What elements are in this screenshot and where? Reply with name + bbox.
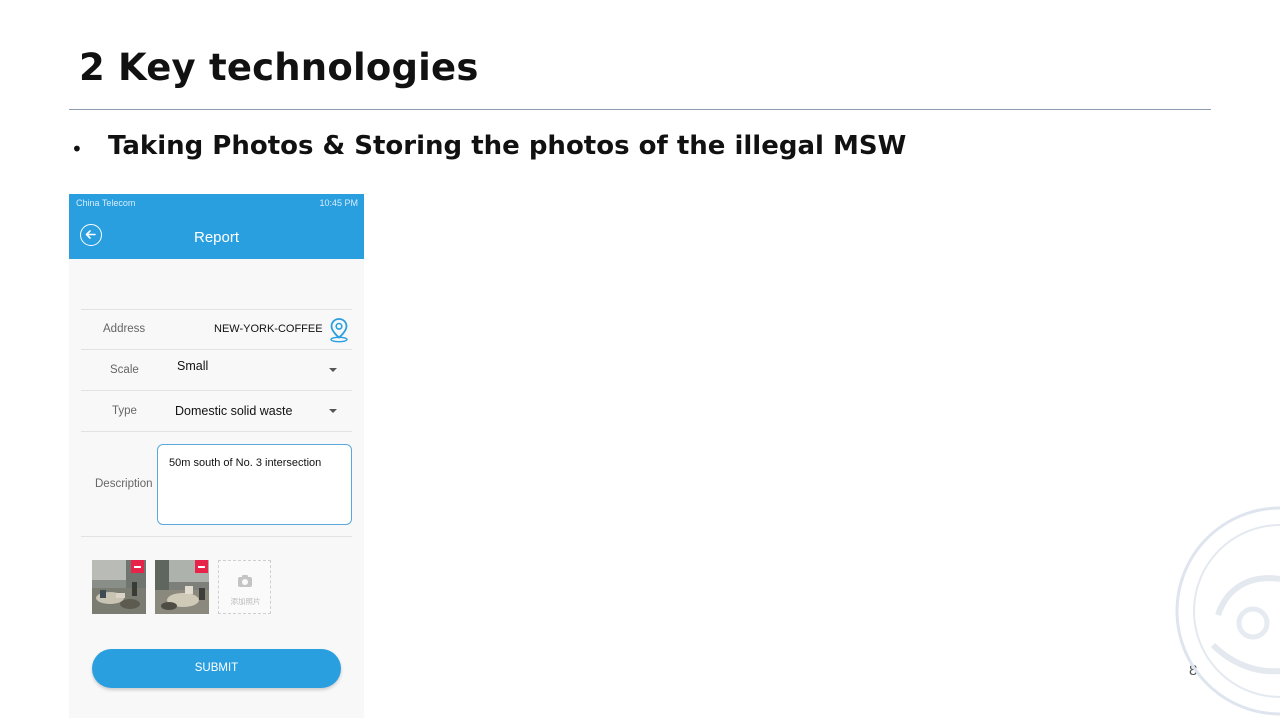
add-photo-label: 添加照片 <box>230 597 261 606</box>
divider <box>81 309 352 310</box>
status-carrier: China Telecom <box>76 198 136 208</box>
remove-photo-icon[interactable] <box>131 560 144 573</box>
submit-button[interactable]: SUBMIT <box>92 649 341 688</box>
location-pin-icon[interactable] <box>328 317 350 343</box>
camera-icon <box>238 575 252 587</box>
title-divider <box>69 109 1211 110</box>
type-dropdown[interactable]: Domestic solid waste <box>175 404 292 418</box>
slide-title: 2 Key technologies <box>79 46 479 89</box>
bullet-marker: • <box>71 137 83 161</box>
description-textarea[interactable]: 50m south of No. 3 intersection <box>157 444 352 525</box>
divider <box>81 349 352 350</box>
remove-photo-icon[interactable] <box>195 560 208 573</box>
divider <box>81 536 352 537</box>
bullet-text: Taking Photos & Storing the photos of th… <box>108 131 907 161</box>
address-value[interactable]: NEW-YORK-COFFEE <box>214 323 323 335</box>
scale-label: Scale <box>110 364 139 376</box>
divider <box>81 390 352 391</box>
caret-down-icon[interactable] <box>329 368 337 372</box>
address-label: Address <box>103 323 146 335</box>
app-bar: China Telecom 10:45 PM Report <box>69 194 364 259</box>
divider <box>81 431 352 432</box>
app-bar-title: Report <box>193 229 240 246</box>
phone-screenshot: China Telecom 10:45 PM Report Address NE… <box>69 194 364 718</box>
description-label: Description <box>95 478 153 490</box>
university-seal-watermark <box>1175 506 1280 716</box>
status-time: 10:45 PM <box>319 198 358 208</box>
type-label: Type <box>112 405 137 417</box>
add-photo-button[interactable]: 添加照片 <box>218 560 271 614</box>
caret-down-icon[interactable] <box>329 409 337 413</box>
scale-dropdown[interactable]: Small <box>177 359 208 373</box>
description-text: 50m south of No. 3 intersection <box>169 457 322 469</box>
